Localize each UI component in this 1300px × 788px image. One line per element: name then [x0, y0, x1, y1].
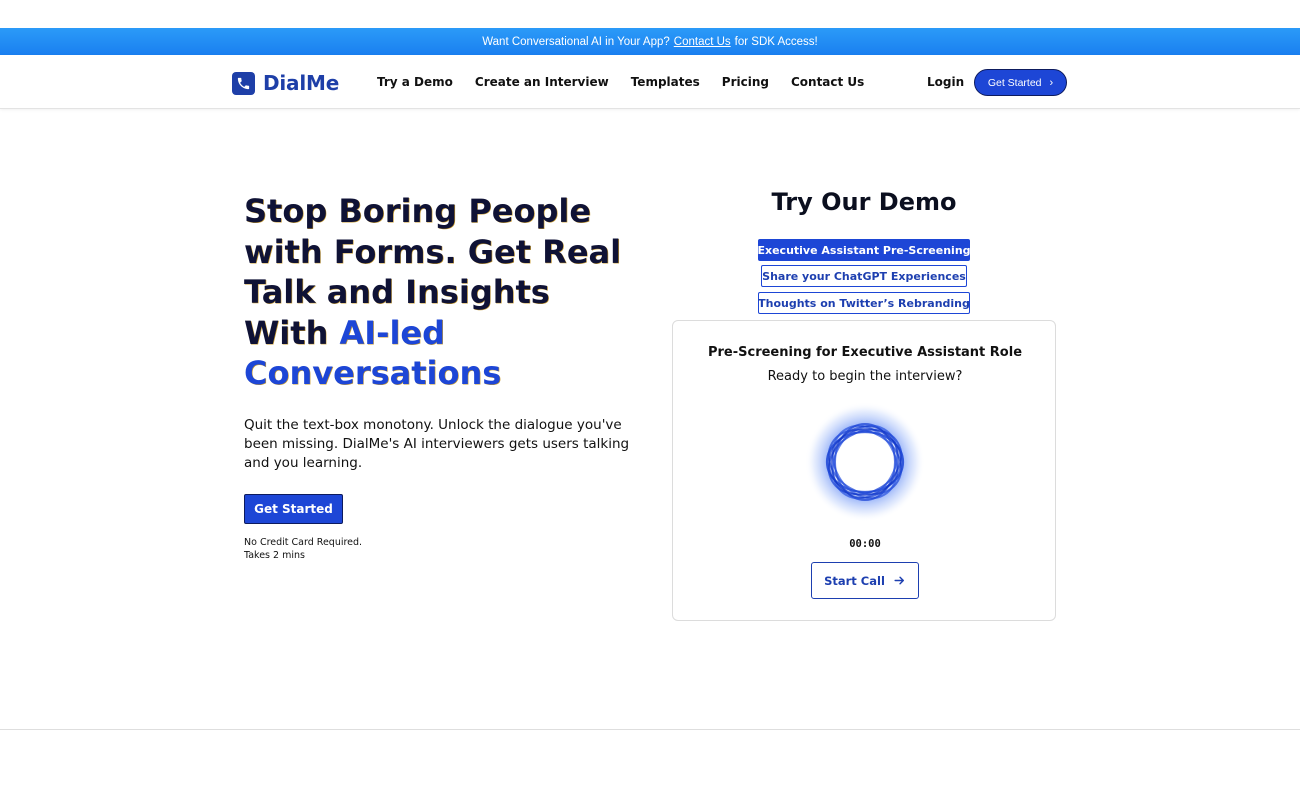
banner-suffix: for SDK Access! [734, 35, 818, 48]
call-timer: 00:00 [849, 538, 881, 550]
demo-card: Pre-Screening for Executive Assistant Ro… [672, 320, 1056, 621]
card-title: Pre-Screening for Executive Assistant Ro… [707, 345, 1023, 360]
login-link[interactable]: Login [927, 75, 964, 89]
logo[interactable]: DialMe [232, 71, 339, 95]
phone-icon [232, 71, 255, 95]
hero-get-started-button[interactable]: Get Started [244, 494, 343, 524]
nav-links: Try a Demo Create an Interview Templates… [377, 55, 886, 109]
hero-title: Stop Boring People with Forms. Get Real … [244, 191, 644, 394]
demo-option-twitter[interactable]: Thoughts on Twitter’s Rebranding [758, 292, 970, 314]
nav-get-started-button[interactable]: Get Started › [974, 69, 1067, 96]
start-call-label: Start Call [824, 573, 885, 588]
nav-link-create-interview[interactable]: Create an Interview [475, 75, 609, 89]
arrow-right-icon [894, 576, 904, 585]
banner-contact-link[interactable]: Contact Us [674, 36, 731, 48]
duration-note: Takes 2 mins [244, 550, 305, 561]
navbar: DialMe Try a Demo Create an Interview Te… [0, 55, 1300, 109]
nav-get-started-label: Get Started [987, 76, 1042, 89]
demo-option-executive-assistant[interactable]: Executive Assistant Pre-Screening [757, 239, 971, 261]
chevron-right-icon: › [1049, 76, 1054, 89]
demo-option-chatgpt[interactable]: Share your ChatGPT Experiences [761, 265, 967, 287]
nav-link-try-demo[interactable]: Try a Demo [377, 75, 453, 89]
no-credit-card-note: No Credit Card Required. [244, 537, 363, 548]
announcement-banner: Want Conversational AI in Your App? Cont… [0, 28, 1300, 55]
nav-link-templates[interactable]: Templates [631, 75, 700, 89]
start-call-button[interactable]: Start Call [811, 562, 919, 599]
footer-divider [0, 729, 1300, 730]
nav-link-contact[interactable]: Contact Us [791, 75, 864, 89]
card-subtitle: Ready to begin the interview? [767, 369, 963, 384]
demo-title: Try Our Demo [771, 188, 957, 216]
nav-link-pricing[interactable]: Pricing [722, 75, 769, 89]
voice-orb-icon [805, 402, 925, 522]
logo-text: DialMe [263, 71, 340, 95]
hero-subtitle: Quit the text-box monotony. Unlock the d… [244, 417, 630, 471]
banner-text: Want Conversational AI in Your App? [482, 35, 670, 48]
